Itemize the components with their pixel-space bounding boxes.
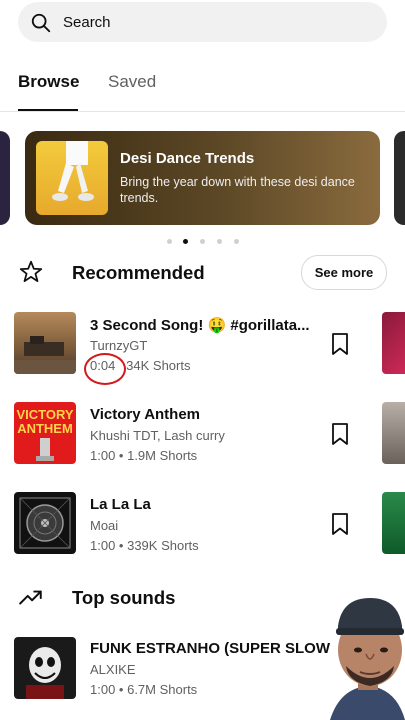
bookmark-icon[interactable] <box>330 512 350 536</box>
banner-subtitle: Bring the year down with these desi danc… <box>120 175 355 205</box>
see-more-button[interactable]: See more <box>301 255 387 290</box>
annotation-circle <box>84 353 126 385</box>
song-title[interactable]: La La La <box>90 496 151 513</box>
banner-title: Desi Dance Trends <box>120 150 255 167</box>
song-meta: 1:00 • 339K Shorts <box>90 538 199 553</box>
carousel-prev-card[interactable] <box>0 131 10 225</box>
tab-divider <box>0 111 405 112</box>
search-bar[interactable]: Search <box>18 2 387 42</box>
thumb-text-anthem: ANTHEM <box>17 421 73 436</box>
song-artist: Khushi TDT, Lash curry <box>90 428 225 443</box>
song-thumbnail[interactable] <box>14 312 76 374</box>
banner-thumbnail <box>36 141 108 215</box>
song-shorts-count: 34K Shorts <box>126 358 191 373</box>
song-meta: 1:00 • 1.9M Shorts <box>90 448 198 463</box>
pagination-dot <box>200 239 205 244</box>
song-duration: 1:00 <box>90 538 116 553</box>
next-column-thumbnail[interactable] <box>382 402 405 464</box>
search-icon <box>31 13 51 33</box>
song-thumbnail[interactable] <box>14 492 76 554</box>
pagination-dot <box>217 239 222 244</box>
song-artist: Moai <box>90 518 119 533</box>
webcam-overlay-person <box>330 592 405 720</box>
song-duration: 1:00 <box>90 448 116 463</box>
song-thumbnail[interactable]: VICTORY ANTHEM <box>14 402 76 464</box>
song-artist: TurnzyGT <box>90 338 148 353</box>
next-column-thumbnail[interactable] <box>382 312 405 374</box>
section-title-top-sounds: Top sounds <box>72 587 176 608</box>
bookmark-icon[interactable] <box>330 332 350 356</box>
song-artist: ALXIKE <box>90 662 136 677</box>
song-duration: 1:00 <box>90 682 116 697</box>
pagination-dot-active <box>183 239 188 244</box>
star-outline-icon <box>19 260 43 282</box>
song-shorts-count: 1.9M Shorts <box>127 448 198 463</box>
next-column-thumbnail[interactable] <box>382 492 405 554</box>
tab-browse[interactable]: Browse <box>18 72 79 92</box>
song-shorts-count: 6.7M Shorts <box>127 682 198 697</box>
carousel-pagination <box>167 238 239 246</box>
carousel-next-card[interactable] <box>394 131 405 225</box>
pagination-dot <box>234 239 239 244</box>
song-shorts-count: 339K Shorts <box>127 538 199 553</box>
featured-banner[interactable]: Desi Dance Trends Bring the year down wi… <box>25 131 380 225</box>
song-meta: 1:00 • 6.7M Shorts <box>90 682 198 697</box>
bookmark-icon[interactable] <box>330 422 350 446</box>
song-title[interactable]: 3 Second Song! 🤑 #gorillata... <box>90 316 310 334</box>
search-placeholder: Search <box>63 14 111 31</box>
section-title-recommended: Recommended <box>72 262 205 283</box>
song-title[interactable]: Victory Anthem <box>90 406 200 423</box>
song-thumbnail[interactable] <box>14 637 76 699</box>
tab-saved[interactable]: Saved <box>108 72 156 92</box>
pagination-dot <box>167 239 172 244</box>
thumb-text-victory: VICTORY <box>16 407 73 422</box>
trending-icon <box>19 590 42 605</box>
song-title[interactable]: FUNK ESTRANHO (SUPER SLOWED) <box>90 640 356 657</box>
